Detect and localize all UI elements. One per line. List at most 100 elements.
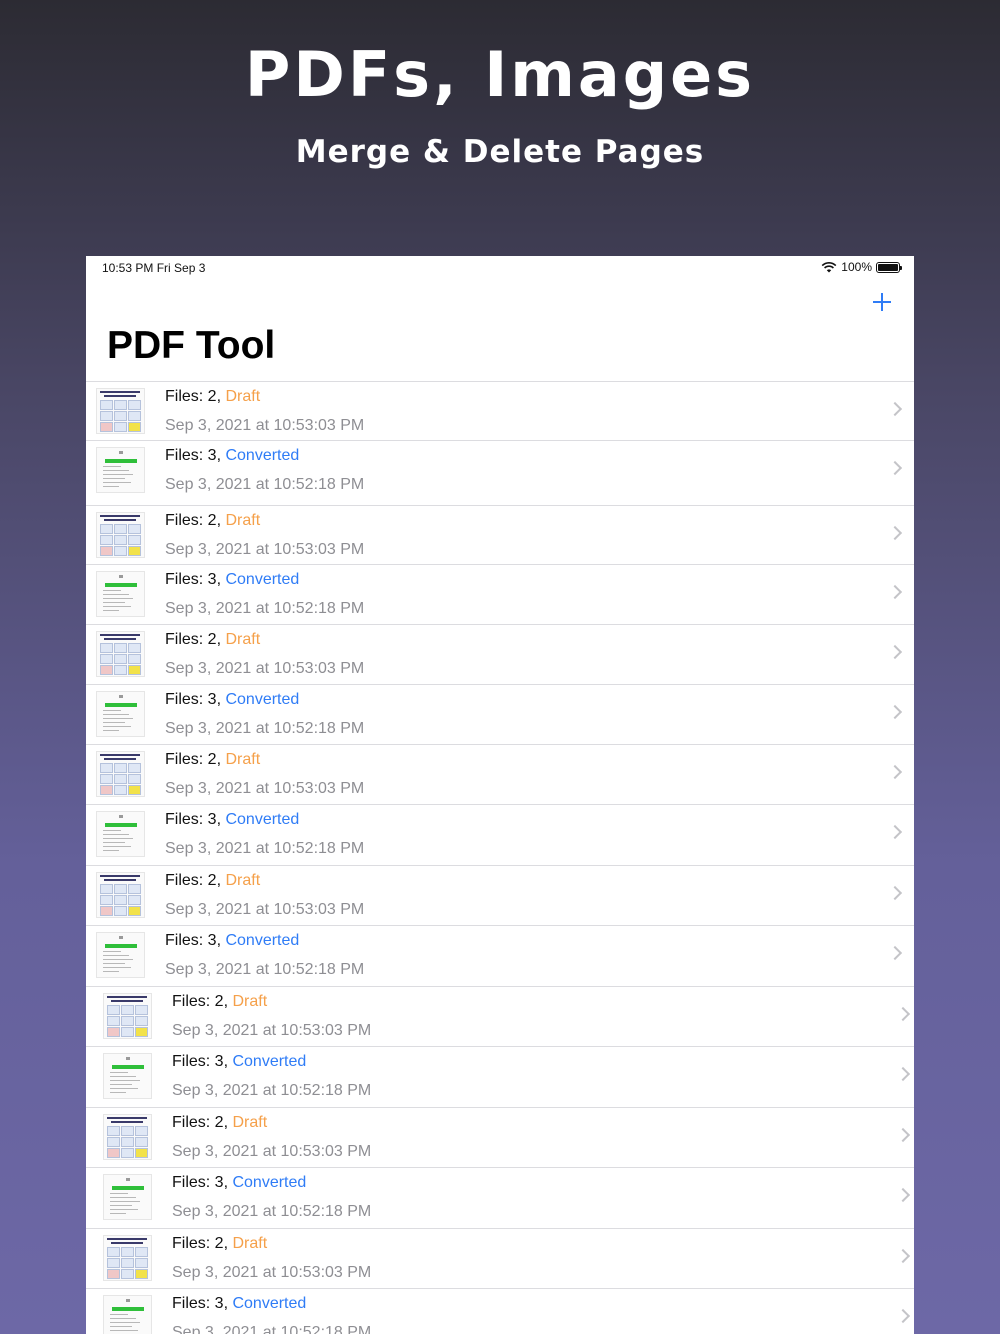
document-date: Sep 3, 2021 at 10:52:18 PM — [165, 961, 365, 978]
files-count-label: Files: 3, — [165, 691, 226, 708]
document-row[interactable]: Files: 3, Converted Sep 3, 2021 at 10:52:… — [86, 804, 914, 865]
files-count-label: Files: 3, — [172, 1174, 233, 1191]
document-row-text: Files: 3, Converted Sep 3, 2021 at 10:52:… — [165, 446, 364, 495]
files-count-label: Files: 3, — [172, 1295, 233, 1312]
document-row-text: Files: 2, Draft Sep 3, 2021 at 10:53:03 P… — [165, 630, 364, 679]
document-files-line: Files: 3, Converted — [172, 1052, 371, 1076]
status-label: Draft — [225, 631, 261, 648]
wifi-icon — [821, 261, 837, 273]
document-date: Sep 3, 2021 at 10:52:18 PM — [172, 1082, 372, 1099]
document-files-line: Files: 3, Converted — [172, 1294, 371, 1318]
status-label: Converted — [225, 811, 300, 828]
status-label: Draft — [225, 751, 261, 768]
chevron-right-icon — [895, 1066, 911, 1082]
chevron-right-icon — [895, 1006, 911, 1022]
files-count-label: Files: 2, — [172, 1114, 233, 1131]
document-row[interactable]: Files: 2, Draft Sep 3, 2021 at 10:53:03 P… — [86, 986, 914, 1046]
status-label: Draft — [232, 1114, 268, 1131]
document-thumbnail — [96, 811, 145, 857]
document-date: Sep 3, 2021 at 10:53:03 PM — [172, 1264, 372, 1281]
status-label: Draft — [225, 388, 261, 405]
document-thumbnail — [103, 1174, 152, 1220]
document-thumbnail — [96, 631, 145, 677]
files-count-label: Files: 3, — [165, 932, 226, 949]
status-label: Draft — [232, 1235, 268, 1252]
document-thumbnail — [103, 1114, 152, 1160]
status-label: Converted — [232, 1174, 307, 1191]
document-row[interactable]: Files: 3, Converted Sep 3, 2021 at 10:52:… — [86, 564, 914, 624]
document-row[interactable]: Files: 2, Draft Sep 3, 2021 at 10:53:03 P… — [86, 865, 914, 925]
document-row[interactable]: Files: 2, Draft Sep 3, 2021 at 10:53:03 P… — [86, 505, 914, 564]
chevron-right-icon — [887, 945, 903, 961]
document-date: Sep 3, 2021 at 10:52:18 PM — [165, 476, 365, 493]
document-files-line: Files: 2, Draft — [165, 750, 364, 774]
document-thumbnail — [96, 751, 145, 797]
status-label: Draft — [232, 993, 268, 1010]
document-row[interactable]: Files: 2, Draft Sep 3, 2021 at 10:53:03 P… — [86, 744, 914, 804]
document-date: Sep 3, 2021 at 10:53:03 PM — [165, 780, 365, 797]
files-count-label: Files: 3, — [172, 1053, 233, 1070]
chevron-right-icon — [895, 1127, 911, 1143]
document-thumbnail — [96, 872, 145, 918]
document-row[interactable]: Files: 3, Converted Sep 3, 2021 at 10:52:… — [86, 684, 914, 744]
status-right: 100% — [821, 260, 902, 274]
status-bar: 10:53 PM Fri Sep 3 100% — [86, 256, 914, 280]
chevron-right-icon — [887, 460, 903, 476]
chevron-right-icon — [887, 525, 903, 541]
document-files-line: Files: 2, Draft — [172, 992, 371, 1016]
document-date: Sep 3, 2021 at 10:52:18 PM — [165, 600, 365, 617]
chevron-right-icon — [895, 1248, 911, 1264]
document-date: Sep 3, 2021 at 10:52:18 PM — [165, 720, 365, 737]
chevron-right-icon — [887, 824, 903, 840]
files-count-label: Files: 2, — [165, 512, 226, 529]
app-screen: 10:53 PM Fri Sep 3 100% PDF Tool Files: … — [86, 256, 914, 1334]
chevron-right-icon — [887, 764, 903, 780]
document-row-text: Files: 2, Draft Sep 3, 2021 at 10:53:03 P… — [172, 1113, 371, 1162]
status-label: Converted — [225, 932, 300, 949]
page-title: PDF Tool — [107, 324, 276, 367]
document-row-text: Files: 3, Converted Sep 3, 2021 at 10:52:… — [165, 810, 364, 859]
status-time-date: 10:53 PM Fri Sep 3 — [102, 261, 206, 275]
document-date: Sep 3, 2021 at 10:52:18 PM — [172, 1203, 372, 1220]
document-date: Sep 3, 2021 at 10:53:03 PM — [165, 660, 365, 677]
document-row[interactable]: Files: 3, Converted Sep 3, 2021 at 10:52:… — [86, 1288, 914, 1334]
document-row[interactable]: Files: 3, Converted Sep 3, 2021 at 10:52:… — [86, 1167, 914, 1228]
document-files-line: Files: 3, Converted — [165, 446, 364, 470]
status-label: Converted — [225, 571, 300, 588]
document-list: Files: 2, Draft Sep 3, 2021 at 10:53:03 P… — [86, 381, 914, 1334]
document-files-line: Files: 3, Converted — [165, 570, 364, 594]
files-count-label: Files: 2, — [165, 751, 226, 768]
files-count-label: Files: 2, — [172, 993, 233, 1010]
document-row[interactable]: Files: 3, Converted Sep 3, 2021 at 10:52:… — [86, 1046, 914, 1107]
document-files-line: Files: 2, Draft — [165, 511, 364, 535]
document-row[interactable]: Files: 2, Draft Sep 3, 2021 at 10:53:03 P… — [86, 624, 914, 684]
document-date: Sep 3, 2021 at 10:53:03 PM — [165, 901, 365, 918]
document-row-text: Files: 2, Draft Sep 3, 2021 at 10:53:03 P… — [165, 511, 364, 560]
document-date: Sep 3, 2021 at 10:53:03 PM — [165, 417, 365, 434]
document-files-line: Files: 2, Draft — [172, 1234, 371, 1258]
files-count-label: Files: 2, — [165, 631, 226, 648]
battery-level — [878, 263, 898, 271]
document-date: Sep 3, 2021 at 10:52:18 PM — [172, 1324, 372, 1334]
promo-subtitle: Merge & Delete Pages — [295, 134, 705, 170]
battery-icon — [876, 261, 902, 273]
document-thumbnail — [96, 691, 145, 737]
document-row-text: Files: 2, Draft Sep 3, 2021 at 10:53:03 P… — [165, 750, 364, 799]
status-label: Draft — [225, 512, 261, 529]
document-row[interactable]: Files: 3, Converted Sep 3, 2021 at 10:52:… — [86, 440, 914, 505]
document-row[interactable]: Files: 3, Converted Sep 3, 2021 at 10:52:… — [86, 925, 914, 986]
battery-percent: 100% — [841, 260, 872, 274]
document-files-line: Files: 2, Draft — [165, 387, 364, 411]
document-files-line: Files: 3, Converted — [165, 810, 364, 834]
document-thumbnail — [103, 1295, 152, 1334]
document-row[interactable]: Files: 2, Draft Sep 3, 2021 at 10:53:03 P… — [86, 1228, 914, 1288]
add-button[interactable] — [870, 290, 894, 314]
files-count-label: Files: 3, — [165, 571, 226, 588]
document-thumbnail — [96, 388, 145, 434]
document-thumbnail — [103, 1235, 152, 1281]
status-label: Converted — [225, 447, 300, 464]
files-count-label: Files: 2, — [172, 1235, 233, 1252]
document-row[interactable]: Files: 2, Draft Sep 3, 2021 at 10:53:03 P… — [86, 381, 914, 440]
chevron-right-icon — [895, 1187, 911, 1203]
document-row[interactable]: Files: 2, Draft Sep 3, 2021 at 10:53:03 P… — [86, 1107, 914, 1167]
